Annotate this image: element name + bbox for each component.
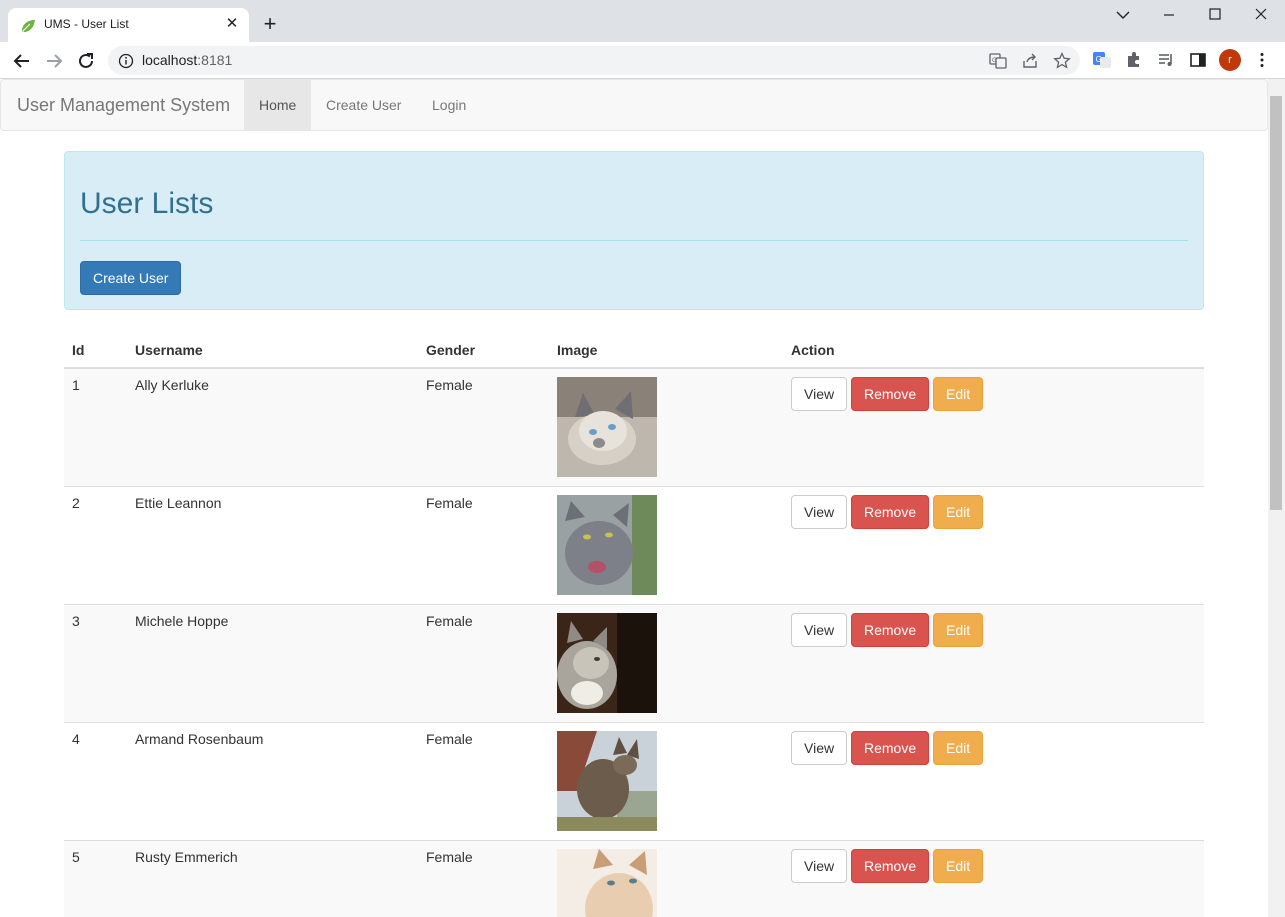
google-translate-extension-icon[interactable]: G bbox=[1092, 50, 1112, 70]
view-button[interactable]: View bbox=[791, 377, 848, 411]
user-gender: Female bbox=[418, 603, 549, 722]
translate-icon[interactable]: G bbox=[988, 51, 1008, 71]
cat-photo-image bbox=[557, 730, 657, 831]
page-viewport: User Management System Home Create User … bbox=[0, 79, 1268, 917]
user-table: Id Username Gender Image Action 1 Ally K… bbox=[64, 333, 1204, 917]
browser-menu-icon[interactable] bbox=[1252, 50, 1272, 70]
share-icon[interactable] bbox=[1020, 51, 1040, 71]
user-id: 2 bbox=[64, 485, 127, 604]
browser-tabstrip: UMS - User List ✕ + bbox=[0, 0, 1285, 42]
edit-button[interactable]: Edit bbox=[933, 730, 984, 765]
nav-item-home[interactable]: Home bbox=[244, 80, 312, 130]
site-info-icon[interactable] bbox=[118, 53, 134, 69]
side-panel-icon[interactable] bbox=[1188, 50, 1208, 70]
user-id: 1 bbox=[64, 367, 127, 486]
svg-text:G: G bbox=[992, 57, 997, 64]
user-actions: View Remove Edit bbox=[783, 367, 1204, 486]
back-icon[interactable] bbox=[10, 49, 34, 73]
user-actions: View Remove Edit bbox=[783, 485, 1204, 604]
url-port: :8181 bbox=[197, 52, 233, 68]
remove-button[interactable]: Remove bbox=[850, 612, 930, 647]
tab-title: UMS - User List bbox=[44, 17, 129, 31]
column-header-action: Action bbox=[783, 333, 1204, 369]
nav-item-login[interactable]: Login bbox=[417, 80, 481, 130]
user-image-cell bbox=[549, 603, 783, 722]
table-row: 1 Ally Kerluke Female View Remove Edit bbox=[64, 367, 1204, 486]
table-row: 5 Rusty Emmerich Female View Remove Edit bbox=[64, 839, 1204, 917]
edit-button[interactable]: Edit bbox=[933, 848, 984, 883]
close-tab-icon[interactable]: ✕ bbox=[223, 15, 241, 33]
user-id: 3 bbox=[64, 603, 127, 722]
address-bar[interactable]: localhost:8181 G bbox=[108, 46, 1080, 75]
table-row: 4 Armand Rosenbaum Female View Remove Ed… bbox=[64, 721, 1204, 840]
tab-search-icon[interactable] bbox=[1100, 2, 1146, 28]
cat-photo-image bbox=[557, 377, 657, 477]
scrollbar-thumb[interactable] bbox=[1270, 96, 1282, 510]
table-row: 2 Ettie Leannon Female View Remove Edit bbox=[64, 485, 1204, 604]
column-header-id: Id bbox=[64, 333, 127, 369]
media-playlist-icon[interactable] bbox=[1156, 50, 1176, 70]
spring-leaf-icon bbox=[22, 20, 35, 32]
remove-button[interactable]: Remove bbox=[850, 730, 930, 765]
user-image-cell bbox=[549, 839, 783, 917]
bookmark-star-icon[interactable] bbox=[1052, 51, 1072, 71]
user-username: Rusty Emmerich bbox=[127, 839, 418, 917]
profile-avatar[interactable]: r bbox=[1219, 49, 1241, 71]
user-image-cell bbox=[549, 721, 783, 840]
svg-text:G: G bbox=[1096, 55, 1102, 64]
remove-button[interactable]: Remove bbox=[850, 377, 930, 411]
reload-icon[interactable] bbox=[74, 49, 98, 73]
user-lists-jumbotron: User Lists Create User bbox=[64, 151, 1204, 310]
edit-button[interactable]: Edit bbox=[933, 612, 984, 647]
browser-toolbar: localhost:8181 G G bbox=[0, 42, 1285, 79]
user-image-cell bbox=[549, 367, 783, 486]
user-actions: View Remove Edit bbox=[783, 839, 1204, 917]
user-image-cell bbox=[549, 485, 783, 604]
navbar-brand[interactable]: User Management System bbox=[17, 95, 230, 116]
forward-icon[interactable] bbox=[42, 49, 66, 73]
edit-button[interactable]: Edit bbox=[933, 377, 984, 411]
user-gender: Female bbox=[418, 367, 549, 486]
cat-photo-image bbox=[557, 612, 657, 713]
edit-button[interactable]: Edit bbox=[933, 494, 984, 529]
site-navbar: User Management System Home Create User … bbox=[0, 79, 1268, 131]
maximize-icon[interactable] bbox=[1192, 2, 1238, 28]
user-gender: Female bbox=[418, 485, 549, 604]
cat-photo-image bbox=[557, 848, 657, 917]
jumbotron-divider bbox=[80, 240, 1188, 241]
view-button[interactable]: View bbox=[791, 730, 848, 765]
create-user-button[interactable]: Create User bbox=[80, 261, 182, 295]
extensions-puzzle-icon[interactable] bbox=[1124, 50, 1144, 70]
remove-button[interactable]: Remove bbox=[850, 494, 930, 529]
cat-photo-image bbox=[557, 494, 657, 595]
user-actions: View Remove Edit bbox=[783, 603, 1204, 722]
user-id: 5 bbox=[64, 839, 127, 917]
window-close-icon[interactable] bbox=[1238, 2, 1284, 28]
user-gender: Female bbox=[418, 721, 549, 840]
user-username: Ally Kerluke bbox=[127, 367, 418, 486]
column-header-gender: Gender bbox=[418, 333, 549, 369]
column-header-username: Username bbox=[127, 333, 418, 369]
user-username: Ettie Leannon bbox=[127, 485, 418, 604]
url-host: localhost bbox=[142, 52, 198, 68]
user-username: Michele Hoppe bbox=[127, 603, 418, 722]
remove-button[interactable]: Remove bbox=[850, 848, 930, 883]
user-username: Armand Rosenbaum bbox=[127, 721, 418, 840]
browser-tab[interactable]: UMS - User List ✕ bbox=[8, 8, 249, 42]
user-actions: View Remove Edit bbox=[783, 721, 1204, 840]
url-text: localhost:8181 bbox=[142, 52, 232, 68]
nav-item-create-user[interactable]: Create User bbox=[311, 80, 416, 130]
view-button[interactable]: View bbox=[791, 612, 848, 647]
new-tab-icon[interactable]: + bbox=[258, 12, 282, 36]
column-header-image: Image bbox=[549, 333, 783, 369]
table-row: 3 Michele Hoppe Female View Remove Edit bbox=[64, 603, 1204, 722]
user-id: 4 bbox=[64, 721, 127, 840]
user-gender: Female bbox=[418, 839, 549, 917]
view-button[interactable]: View bbox=[791, 494, 848, 529]
page-scrollbar[interactable] bbox=[1268, 79, 1285, 917]
minimize-icon[interactable] bbox=[1146, 2, 1192, 28]
page-title: User Lists bbox=[80, 187, 214, 220]
table-header-row: Id Username Gender Image Action bbox=[64, 333, 1204, 369]
view-button[interactable]: View bbox=[791, 848, 848, 883]
